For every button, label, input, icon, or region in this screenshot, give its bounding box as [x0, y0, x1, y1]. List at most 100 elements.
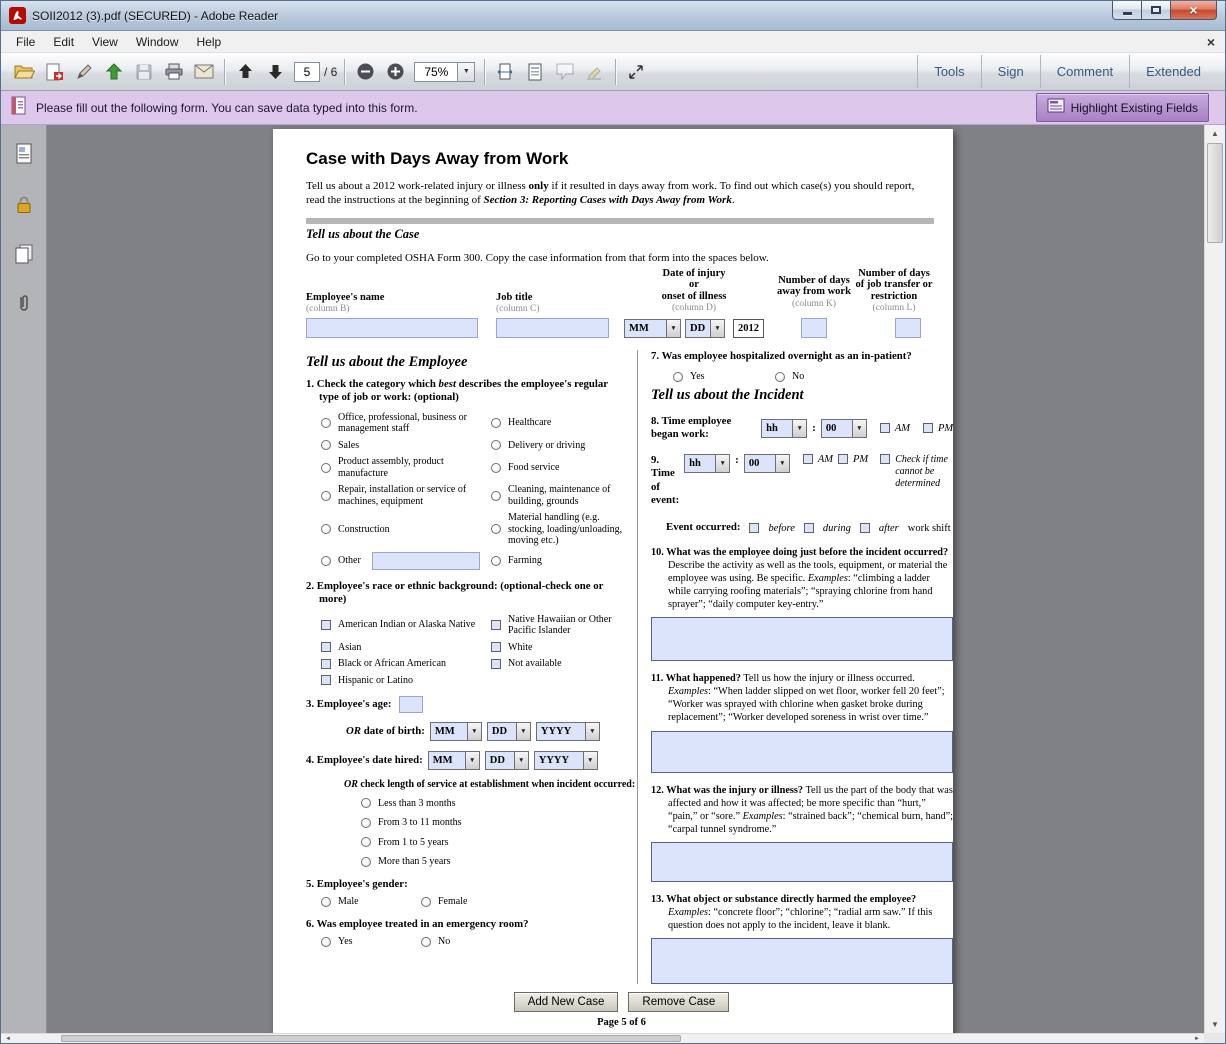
radio-icon[interactable] — [491, 418, 501, 428]
event-minute-dropdown[interactable]: 00▼ — [744, 454, 790, 473]
checkbox-icon[interactable] — [321, 642, 331, 652]
dropdown-arrow-icon[interactable]: ▼ — [715, 455, 729, 472]
pages-panel-button[interactable] — [10, 241, 38, 267]
checkbox-icon[interactable] — [321, 659, 331, 669]
hired-day-dropdown[interactable]: DD▼ — [485, 751, 529, 770]
radio-icon[interactable] — [321, 556, 331, 566]
add-new-case-button[interactable]: Add New Case — [514, 992, 619, 1012]
radio-icon[interactable] — [361, 857, 371, 867]
radio-icon[interactable] — [421, 897, 431, 907]
radio-option[interactable]: Sales — [321, 440, 491, 452]
menu-help[interactable]: Help — [188, 32, 231, 52]
attachments-button[interactable] — [10, 291, 38, 317]
radio-option[interactable]: Farming — [491, 552, 623, 570]
checkbox-icon[interactable] — [321, 675, 331, 685]
maximize-button[interactable] — [1141, 1, 1171, 20]
checkbox-icon[interactable] — [491, 659, 501, 669]
close-document-icon[interactable]: × — [1207, 35, 1215, 49]
other-text-input[interactable] — [372, 552, 480, 570]
checkbox-icon[interactable] — [321, 620, 331, 630]
dropdown-arrow-icon[interactable]: ▼ — [583, 752, 597, 769]
vertical-scrollbar[interactable]: ▲ ▼ — [1204, 125, 1225, 1033]
during-checkbox[interactable] — [804, 523, 814, 533]
event-hour-dropdown[interactable]: hh▼ — [684, 454, 730, 473]
checkbox-option[interactable]: Asian — [321, 642, 491, 654]
menu-window[interactable]: Window — [127, 32, 188, 52]
hired-year-dropdown[interactable]: YYYY▼ — [534, 751, 598, 770]
remove-case-button[interactable]: Remove Case — [628, 992, 729, 1012]
radio-icon[interactable] — [491, 491, 501, 501]
began-work-hour-dropdown[interactable]: hh▼ — [761, 419, 807, 438]
radio-icon[interactable] — [491, 556, 501, 566]
dropdown-arrow-icon[interactable]: ▼ — [467, 723, 481, 740]
dropdown-arrow-icon[interactable]: ▼ — [710, 320, 724, 337]
checkbox-option[interactable]: Not available — [491, 658, 623, 670]
radio-option-other[interactable]: Other — [321, 552, 491, 570]
page-thumbnails-button[interactable] — [10, 141, 38, 167]
injury-month-dropdown[interactable]: MM▼ — [624, 319, 681, 338]
radio-option[interactable]: Healthcare — [491, 412, 623, 435]
zoom-out-button[interactable] — [350, 57, 380, 87]
am-checkbox[interactable] — [803, 454, 813, 464]
zoom-dropdown-arrow-icon[interactable]: ▼ — [458, 62, 475, 82]
menu-edit[interactable]: Edit — [44, 32, 83, 52]
radio-option[interactable]: Cleaning, maintenance of building, groun… — [491, 484, 623, 507]
dob-month-dropdown[interactable]: MM▼ — [430, 722, 482, 741]
scroll-up-icon[interactable]: ▲ — [1205, 125, 1225, 142]
radio-option[interactable]: Yes — [321, 936, 421, 948]
dropdown-arrow-icon[interactable]: ▼ — [792, 420, 806, 437]
days-away-input[interactable] — [801, 318, 827, 338]
radio-option[interactable]: No — [775, 371, 804, 383]
radio-option[interactable]: Less than 3 months — [361, 798, 623, 810]
radio-option[interactable]: Delivery or driving — [491, 440, 623, 452]
create-pdf-button[interactable] — [39, 57, 69, 87]
security-settings-button[interactable] — [10, 191, 38, 217]
sign-button[interactable]: Sign — [981, 55, 1040, 88]
tools-button[interactable]: Tools — [917, 55, 980, 88]
horizontal-scroll-thumb[interactable] — [61, 1035, 681, 1042]
pm-checkbox[interactable] — [923, 423, 933, 433]
dropdown-arrow-icon[interactable]: ▼ — [775, 455, 789, 472]
dropdown-arrow-icon[interactable]: ▼ — [666, 320, 680, 337]
zoom-level-value[interactable]: 75% — [414, 62, 458, 82]
radio-option[interactable]: Construction — [321, 512, 491, 547]
sticky-note-button[interactable] — [550, 57, 580, 87]
radio-icon[interactable] — [321, 897, 331, 907]
time-cannot-be-determined-option[interactable]: Check if time cannot be determined — [880, 454, 953, 490]
radio-option[interactable]: More than 5 years — [361, 856, 623, 868]
zoom-in-button[interactable] — [380, 57, 410, 87]
radio-option[interactable]: Repair, installation or service of machi… — [321, 484, 491, 507]
dob-day-dropdown[interactable]: DD▼ — [487, 722, 531, 741]
radio-icon[interactable] — [491, 440, 501, 450]
dropdown-arrow-icon[interactable]: ▼ — [514, 752, 528, 769]
dropdown-arrow-icon[interactable]: ▼ — [465, 752, 479, 769]
reading-mode-button[interactable] — [621, 57, 651, 87]
scroll-down-icon[interactable]: ▼ — [1205, 1016, 1225, 1033]
checkbox-icon[interactable] — [880, 454, 890, 464]
zoom-level-select[interactable]: 75% ▼ — [414, 62, 475, 82]
checkbox-option[interactable]: Black or African American — [321, 658, 491, 670]
q11-textarea[interactable] — [651, 731, 953, 773]
pm-checkbox[interactable] — [838, 454, 848, 464]
before-checkbox[interactable] — [749, 523, 759, 533]
fit-width-button[interactable] — [490, 57, 520, 87]
after-checkbox[interactable] — [860, 523, 870, 533]
radio-option[interactable]: No — [421, 936, 450, 948]
open-file-button[interactable] — [9, 57, 39, 87]
q13-textarea[interactable] — [651, 938, 953, 984]
next-page-button[interactable] — [260, 57, 290, 87]
menu-file[interactable]: File — [7, 32, 44, 52]
dob-year-dropdown[interactable]: YYYY▼ — [536, 722, 600, 741]
scroll-left-icon[interactable]: ◄ — [1, 1034, 15, 1043]
radio-option[interactable]: Male — [321, 896, 421, 908]
previous-page-button[interactable] — [230, 57, 260, 87]
radio-icon[interactable] — [321, 937, 331, 947]
radio-icon[interactable] — [673, 372, 683, 382]
radio-option[interactable]: Female — [421, 896, 467, 908]
radio-icon[interactable] — [361, 837, 371, 847]
q10-textarea[interactable] — [651, 617, 953, 661]
fit-page-button[interactable] — [520, 57, 550, 87]
checkbox-option[interactable]: Native Hawaiian or Other Pacific Islande… — [491, 614, 623, 637]
checkbox-icon[interactable] — [491, 620, 501, 630]
document-area[interactable]: Case with Days Away from Work Tell us ab… — [48, 125, 1204, 1033]
